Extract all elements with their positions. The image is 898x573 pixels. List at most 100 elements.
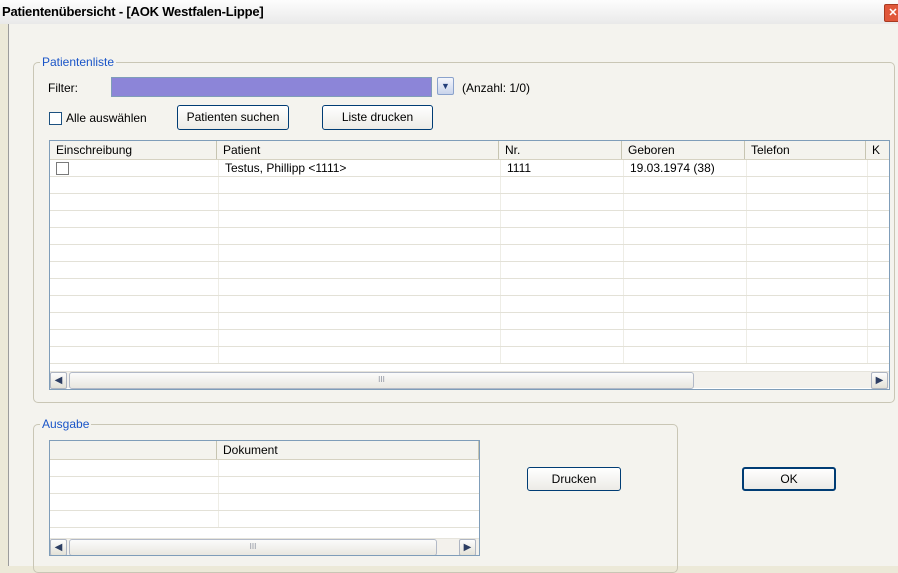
doc-scroll-left-icon[interactable]: ◀ xyxy=(50,539,67,555)
col-header-geboren[interactable]: Geboren xyxy=(622,141,745,159)
row-nr-cell: 1111 xyxy=(501,160,624,176)
title-bar: Patientenübersicht - [AOK Westfalen-Lipp… xyxy=(0,0,898,25)
empty-cell xyxy=(501,262,624,278)
empty-cell xyxy=(219,296,501,312)
col-header-dokument[interactable]: Dokument xyxy=(217,441,479,459)
empty-cell xyxy=(50,245,219,261)
search-patients-button[interactable]: Patienten suchen xyxy=(177,105,289,130)
empty-cell xyxy=(219,194,501,210)
enroll-checkbox[interactable] xyxy=(56,162,69,175)
empty-cell xyxy=(50,347,219,363)
empty-cell xyxy=(501,177,624,193)
ok-button[interactable]: OK xyxy=(742,467,836,491)
row-einschreibung-cell xyxy=(50,160,219,176)
empty-cell xyxy=(50,313,219,329)
empty-table-row xyxy=(50,330,889,347)
patient-table-hscrollbar[interactable]: ◀ III ▶ xyxy=(50,371,889,389)
empty-document-row xyxy=(50,511,479,528)
empty-cell xyxy=(624,177,747,193)
scroll-left-icon[interactable]: ◀ xyxy=(50,372,67,389)
empty-cell xyxy=(624,262,747,278)
col-header-einschreibung[interactable]: Einschreibung xyxy=(50,141,217,159)
print-list-button[interactable]: Liste drucken xyxy=(322,105,433,130)
select-all-label: Alle auswählen xyxy=(66,111,147,125)
empty-cell xyxy=(624,194,747,210)
empty-cell xyxy=(219,211,501,227)
table-row[interactable]: Testus, Phillipp <1111> 1111 19.03.1974 … xyxy=(50,160,889,177)
empty-document-row xyxy=(50,494,479,511)
col-header-blank[interactable] xyxy=(50,441,217,459)
col-header-patient[interactable]: Patient xyxy=(217,141,499,159)
empty-cell xyxy=(747,330,868,346)
row-patient-cell: Testus, Phillipp <1111> xyxy=(219,160,501,176)
select-all-checkbox[interactable] xyxy=(49,112,62,125)
patient-table-header: Einschreibung Patient Nr. Geboren Telefo… xyxy=(50,141,889,160)
print-button[interactable]: Drucken xyxy=(527,467,621,491)
empty-cell xyxy=(747,262,868,278)
scroll-right-icon[interactable]: ▶ xyxy=(871,372,888,389)
empty-cell xyxy=(501,313,624,329)
empty-document-row xyxy=(50,477,479,494)
empty-cell xyxy=(219,262,501,278)
empty-cell xyxy=(868,330,889,346)
empty-cell xyxy=(868,313,889,329)
empty-cell xyxy=(624,347,747,363)
empty-cell xyxy=(219,228,501,244)
empty-document-row xyxy=(50,460,479,477)
row-geboren-cell: 19.03.1974 (38) xyxy=(624,160,747,176)
empty-cell xyxy=(747,245,868,261)
empty-table-row xyxy=(50,262,889,279)
empty-cell xyxy=(747,228,868,244)
row-telefon-cell xyxy=(747,160,868,176)
empty-cell xyxy=(219,511,479,527)
empty-table-row xyxy=(50,279,889,296)
empty-table-row xyxy=(50,296,889,313)
empty-cell xyxy=(624,313,747,329)
empty-cell xyxy=(747,296,868,312)
empty-cell xyxy=(219,347,501,363)
empty-cell xyxy=(868,194,889,210)
empty-cell xyxy=(868,245,889,261)
empty-cell xyxy=(624,296,747,312)
patient-table: Einschreibung Patient Nr. Geboren Telefo… xyxy=(49,140,890,390)
dialog-client-area: Patientenliste Filter: ▼ (Anzahl: 1/0) A… xyxy=(9,24,898,573)
doc-scroll-thumb[interactable]: III xyxy=(69,539,437,555)
empty-cell xyxy=(50,262,219,278)
empty-cell xyxy=(50,296,219,312)
patient-count: (Anzahl: 1/0) xyxy=(462,81,531,95)
scroll-thumb[interactable]: III xyxy=(69,372,694,389)
empty-cell xyxy=(868,347,889,363)
empty-cell xyxy=(219,245,501,261)
empty-cell xyxy=(868,228,889,244)
col-header-telefon[interactable]: Telefon xyxy=(745,141,866,159)
row-k-cell xyxy=(868,160,889,176)
empty-cell xyxy=(747,313,868,329)
empty-cell xyxy=(868,211,889,227)
empty-cell xyxy=(50,194,219,210)
document-table-hscrollbar[interactable]: ◀ III ▶ xyxy=(50,538,479,555)
empty-cell xyxy=(747,347,868,363)
window-frame-left xyxy=(0,24,9,566)
empty-table-row xyxy=(50,211,889,228)
chevron-down-icon[interactable]: ▼ xyxy=(437,77,454,95)
empty-cell xyxy=(747,211,868,227)
empty-cell xyxy=(50,177,219,193)
empty-cell xyxy=(501,296,624,312)
empty-cell xyxy=(868,177,889,193)
empty-cell xyxy=(50,330,219,346)
empty-cell xyxy=(501,211,624,227)
filter-dropdown[interactable] xyxy=(111,77,432,97)
empty-cell xyxy=(868,262,889,278)
empty-cell xyxy=(868,279,889,295)
empty-cell xyxy=(624,330,747,346)
empty-cell xyxy=(501,194,624,210)
col-header-k[interactable]: K xyxy=(866,141,889,159)
filter-label: Filter: xyxy=(48,81,78,95)
empty-cell xyxy=(219,460,479,476)
empty-cell xyxy=(50,460,219,476)
empty-cell xyxy=(624,211,747,227)
col-header-nr[interactable]: Nr. xyxy=(499,141,622,159)
doc-scroll-right-icon[interactable]: ▶ xyxy=(459,539,476,555)
close-icon[interactable]: ✕ xyxy=(884,4,898,22)
empty-cell xyxy=(219,330,501,346)
